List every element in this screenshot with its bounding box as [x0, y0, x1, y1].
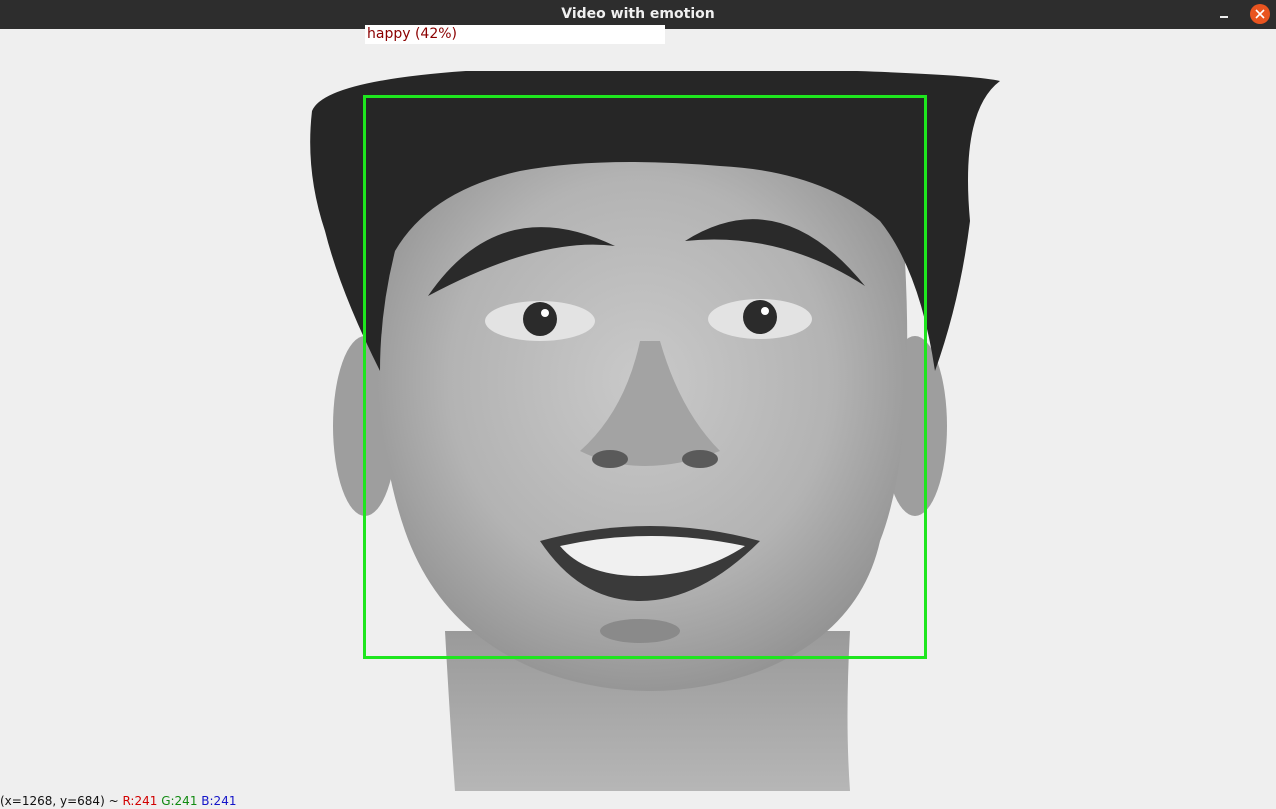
- video-frame[interactable]: [0, 71, 1276, 791]
- close-icon: [1255, 9, 1265, 19]
- minimize-button[interactable]: [1215, 6, 1235, 24]
- face-bounding-box: [363, 95, 927, 659]
- app-window: Video with emotion happy (42%) (x=1268, …: [0, 0, 1276, 809]
- pixel-green-value: G:241: [161, 794, 198, 808]
- cursor-coordinates: (x=1268, y=684) ~: [0, 794, 119, 808]
- emotion-label: happy (42%): [367, 26, 458, 42]
- close-button[interactable]: [1250, 4, 1270, 24]
- minimize-icon: [1220, 16, 1228, 18]
- pixel-red-value: R:241: [122, 794, 158, 808]
- status-bar: (x=1268, y=684) ~ R:241 G:241 B:241: [0, 791, 1276, 809]
- pixel-blue-value: B:241: [201, 794, 237, 808]
